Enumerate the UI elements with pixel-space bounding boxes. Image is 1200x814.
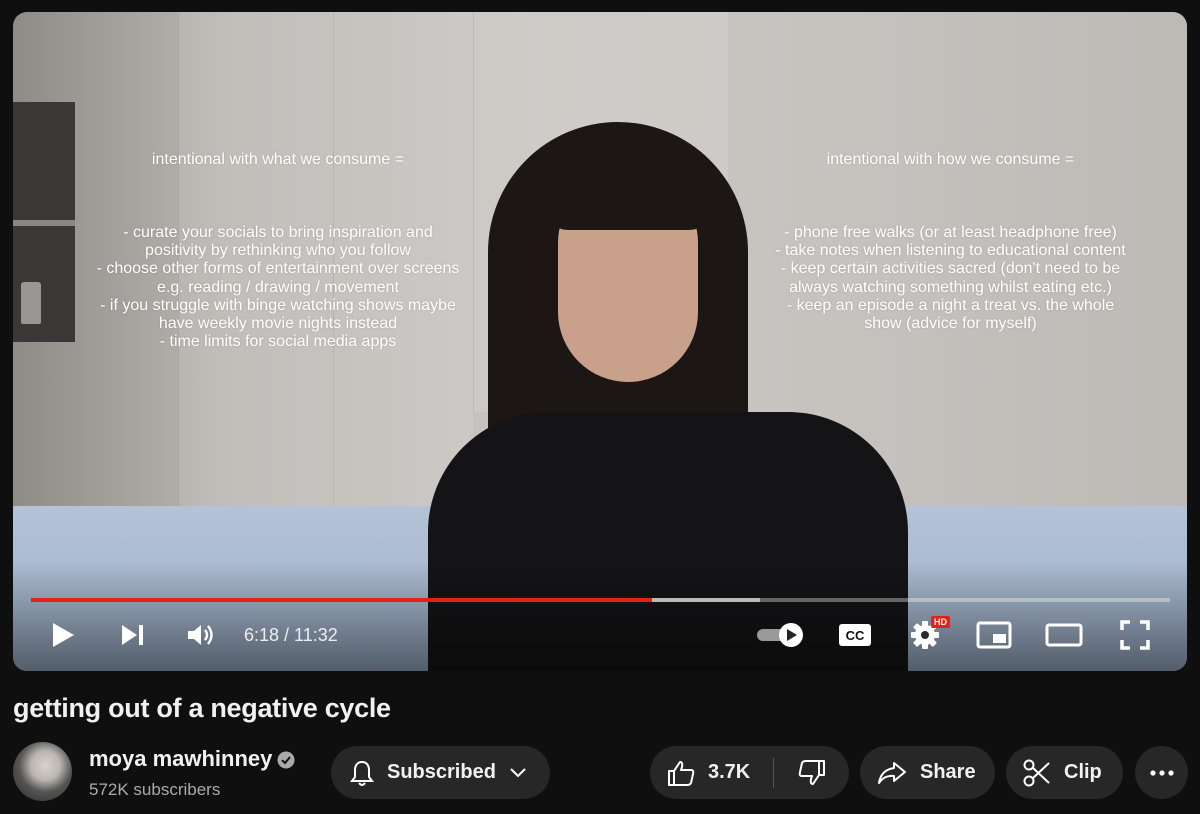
video-title: getting out of a negative cycle	[13, 693, 391, 723]
dislike-button[interactable]	[774, 746, 849, 799]
theater-mode-button[interactable]	[1043, 615, 1085, 655]
like-button[interactable]: 3.7K	[650, 746, 773, 799]
thumbs-up-icon	[668, 760, 695, 786]
miniplayer-icon	[976, 621, 1012, 649]
fullscreen-button[interactable]	[1115, 615, 1155, 655]
subscriber-count: 572K subscribers	[89, 780, 221, 799]
more-horizontal-icon	[1149, 769, 1174, 776]
share-icon	[878, 761, 906, 784]
overlay-text-left: intentional with what we consume = - cur…	[68, 115, 488, 388]
channel-avatar[interactable]	[13, 742, 72, 801]
fullscreen-icon	[1120, 620, 1150, 650]
moka-pot	[21, 282, 41, 324]
svg-text:CC: CC	[846, 628, 865, 643]
next-button[interactable]	[113, 615, 153, 655]
overlay-text-right: intentional with how we consume = - phon…	[738, 115, 1163, 370]
autoplay-toggle-icon	[757, 623, 803, 647]
presenter-bangs	[546, 150, 711, 230]
captions-button[interactable]: CC	[835, 615, 875, 655]
volume-icon	[188, 625, 213, 645]
overlay-left-body: - curate your socials to bring inspirati…	[96, 224, 460, 351]
share-button[interactable]: Share	[860, 746, 995, 799]
clip-button[interactable]: Clip	[1006, 746, 1123, 799]
hd-badge: HD	[931, 616, 950, 628]
video-player[interactable]: intentional with what we consume = - cur…	[13, 12, 1187, 671]
chevron-down-icon	[510, 767, 526, 777]
play-icon	[53, 623, 74, 647]
play-button[interactable]	[43, 615, 83, 655]
more-actions-button[interactable]	[1135, 746, 1188, 799]
miniplayer-button[interactable]	[973, 615, 1015, 655]
share-label: Share	[920, 761, 976, 783]
progress-bar[interactable]	[31, 598, 1170, 602]
bell-icon	[350, 760, 374, 786]
time-display: 6:18 / 11:32	[244, 625, 338, 645]
overlay-right-heading: intentional with how we consume =	[826, 151, 1075, 169]
autoplay-toggle[interactable]	[753, 615, 809, 655]
like-dislike-group: 3.7K	[650, 746, 849, 799]
like-count: 3.7K	[708, 761, 751, 783]
progress-played	[31, 598, 652, 602]
channel-name[interactable]: moya mawhinney	[89, 746, 272, 772]
theater-mode-icon	[1045, 623, 1083, 647]
next-icon	[122, 625, 143, 645]
overlay-left-heading: intentional with what we consume =	[151, 151, 405, 169]
verified-icon	[277, 751, 295, 769]
thumbs-down-icon	[798, 759, 825, 785]
overlay-right-body: - phone free walks (or at least headphon…	[775, 224, 1126, 333]
scissors-icon	[1023, 759, 1050, 786]
subscribed-label: Subscribed	[387, 761, 496, 783]
clip-label: Clip	[1064, 761, 1102, 783]
subscribed-button[interactable]: Subscribed	[331, 746, 550, 799]
captions-icon: CC	[839, 624, 871, 646]
volume-button[interactable]	[181, 615, 221, 655]
